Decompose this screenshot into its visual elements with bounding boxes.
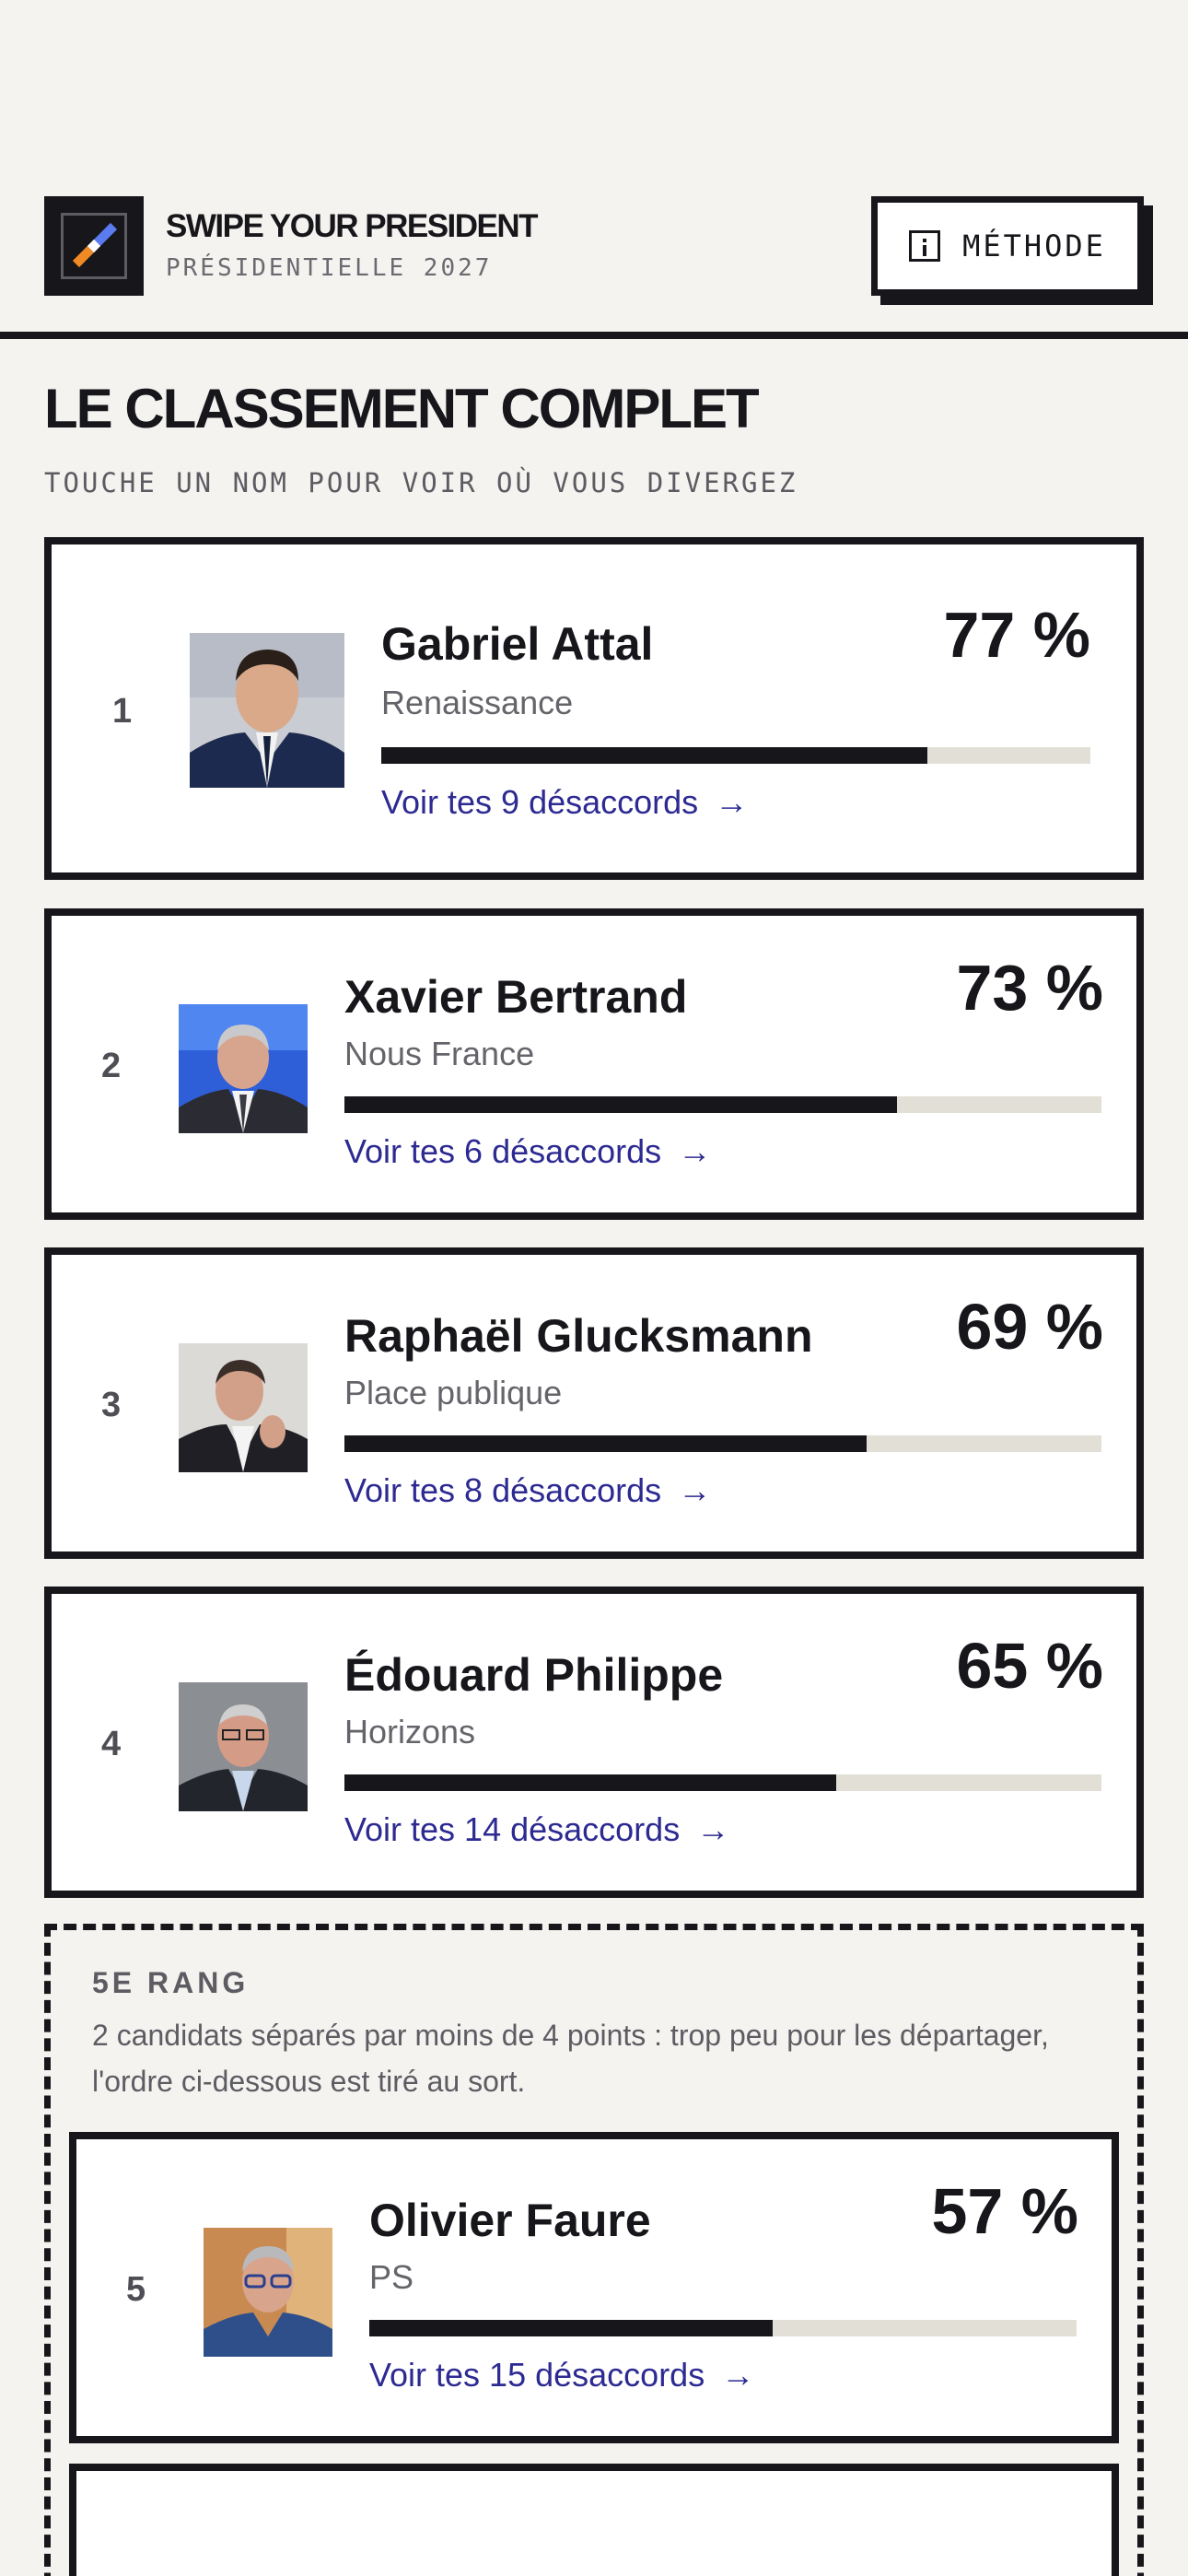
arrow-right-icon: →: [715, 783, 749, 821]
candidate-photo: [204, 2228, 332, 2357]
app-title: SWIPE YOUR PRESIDENT: [166, 208, 539, 244]
compatibility-bar: [381, 747, 1090, 764]
arrow-right-icon: →: [678, 1132, 712, 1170]
candidate-party: Place publique: [344, 1374, 563, 1411]
disagreements-link[interactable]: Voir tes 6 désaccords →: [344, 1131, 711, 1172]
candidate-percent: 69 %: [956, 1291, 1103, 1363]
method-button[interactable]: MÉTHODE: [871, 196, 1144, 296]
disagreements-link[interactable]: Voir tes 14 désaccords →: [344, 1809, 729, 1850]
candidate-party: Nous France: [344, 1035, 535, 1072]
candidate-rank: 2: [101, 1047, 122, 1085]
candidate-name: Olivier Faure: [369, 2195, 651, 2246]
candidate-percent: 57 %: [931, 2175, 1078, 2247]
app-header: SWIPE YOUR PRESIDENT PRÉSIDENTIELLE 2027…: [0, 0, 1188, 339]
compatibility-bar: [344, 1435, 1101, 1452]
candidate-percent: 65 %: [956, 1630, 1103, 1702]
candidate-percent: 77 %: [943, 599, 1090, 671]
disagreements-link[interactable]: Voir tes 9 désaccords →: [381, 782, 748, 823]
candidate-photo: [179, 1682, 308, 1811]
compatibility-bar: [369, 2320, 1077, 2336]
candidate-rank: 4: [101, 1725, 122, 1763]
compatibility-bar: [344, 1774, 1101, 1791]
page-subtitle: TOUCHE UN NOM POUR VOIR OÙ VOUS DIVERGEZ: [44, 467, 798, 498]
arrow-right-icon: →: [696, 1810, 730, 1848]
candidate-party: Renaissance: [381, 684, 574, 721]
tie-group-description: 2 candidats séparés par moins de 4 point…: [92, 2019, 1049, 2098]
info-icon: [909, 230, 941, 262]
candidate-rank: 5: [126, 2270, 146, 2309]
candidate-card[interactable]: 3 Raphaël Glucksmann Place publique 69 %…: [44, 1247, 1144, 1559]
candidate-card[interactable]: 1 Gabriel Attal Renaissance 77 % Voir te…: [44, 537, 1144, 880]
candidate-card[interactable]: 4 Édouard Philippe Horizons 65 % Voir te…: [44, 1587, 1144, 1898]
swipe-logo-icon: [72, 222, 118, 268]
page-title: LE CLASSEMENT COMPLET: [44, 378, 760, 439]
candidate-rank: 1: [112, 692, 133, 731]
candidate-name: Édouard Philippe: [344, 1649, 724, 1701]
candidate-card[interactable]: 2 Xavier Bertrand Nous France 73 % Voir …: [44, 908, 1144, 1220]
candidate-card[interactable]: [69, 2464, 1119, 2576]
candidate-card[interactable]: 5 Olivier Faure PS 57 % Voir tes 15 désa…: [69, 2132, 1119, 2443]
disagreements-link[interactable]: Voir tes 15 désaccords →: [369, 2355, 754, 2395]
arrow-right-icon: →: [678, 1471, 712, 1509]
disagreements-link[interactable]: Voir tes 8 désaccords →: [344, 1470, 711, 1511]
compatibility-bar: [344, 1096, 1101, 1113]
candidate-party: PS: [369, 2258, 414, 2296]
app-logo: [44, 196, 144, 296]
candidate-name: Raphaël Glucksmann: [344, 1310, 813, 1362]
arrow-right-icon: →: [721, 2356, 755, 2394]
app-subtitle: PRÉSIDENTIELLE 2027: [166, 254, 493, 282]
candidate-photo: [179, 1343, 308, 1472]
candidate-percent: 73 %: [956, 952, 1103, 1024]
candidate-photo: [190, 633, 344, 788]
candidate-rank: 3: [101, 1386, 122, 1424]
candidate-photo: [179, 1004, 308, 1133]
tie-group-label: 5E RANG: [92, 1966, 250, 1999]
candidate-party: Horizons: [344, 1713, 476, 1751]
candidate-name: Xavier Bertrand: [344, 971, 688, 1023]
method-button-label: MÉTHODE: [962, 228, 1106, 263]
candidate-name: Gabriel Attal: [381, 618, 654, 670]
